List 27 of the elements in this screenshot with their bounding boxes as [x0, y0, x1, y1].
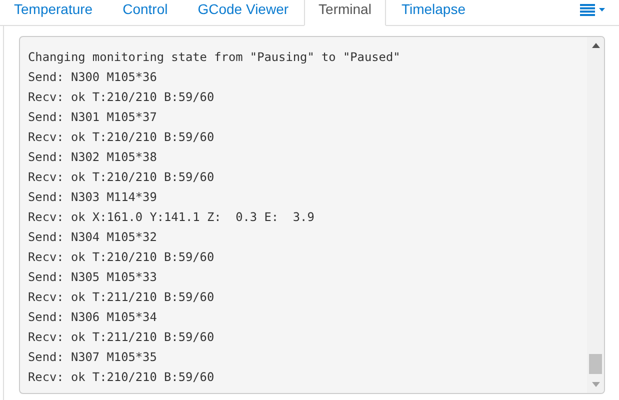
log-line: Send: N302 M105*38	[28, 149, 158, 166]
scroll-down-arrow-icon[interactable]	[592, 382, 600, 387]
log-line: Recv: ok X:161.0 Y:141.1 Z: 0.3 E: 3.9	[28, 209, 316, 226]
log-line: Send: N303 M114*39	[28, 189, 158, 206]
list-menu-icon[interactable]	[580, 4, 606, 16]
log-line: Send: N307 M105*35	[28, 349, 158, 366]
tab[interactable]: Temperature	[0, 0, 108, 26]
tab[interactable]: Control	[108, 0, 183, 26]
log-line: Send: N301 M105*37	[28, 109, 158, 126]
log-line: Send: N304 M105*32	[28, 229, 158, 246]
log-line: Send: N300 M105*36	[28, 69, 158, 86]
log-line: Recv: ok T:210/210 B:59/60	[28, 369, 216, 386]
scrollbar-thumb[interactable]	[589, 354, 602, 374]
tab[interactable]: GCode Viewer	[182, 0, 304, 26]
log-line: Recv: ok T:210/210 B:59/60	[28, 129, 216, 146]
scrollbar[interactable]	[587, 37, 604, 393]
tab[interactable]: Terminal	[304, 0, 386, 26]
log-line: Send: N306 M105*34	[28, 309, 158, 326]
log-line: Recv: ok T:211/210 B:59/60	[28, 329, 216, 346]
tab[interactable]: Timelapse	[386, 0, 480, 26]
log-line: Recv: ok T:210/210 B:59/60	[28, 249, 216, 266]
log-line: Send: N305 M105*33	[28, 269, 158, 286]
log-line: Recv: ok T:211/210 B:59/60	[28, 289, 216, 306]
scroll-up-arrow-icon[interactable]	[592, 43, 600, 48]
log-line: Recv: ok T:210/210 B:59/60	[28, 89, 216, 106]
log-line: Changing monitoring state from "Pausing" to "Paused"	[28, 49, 402, 66]
log-line: Recv: ok T:210/210 B:59/60	[28, 169, 216, 186]
